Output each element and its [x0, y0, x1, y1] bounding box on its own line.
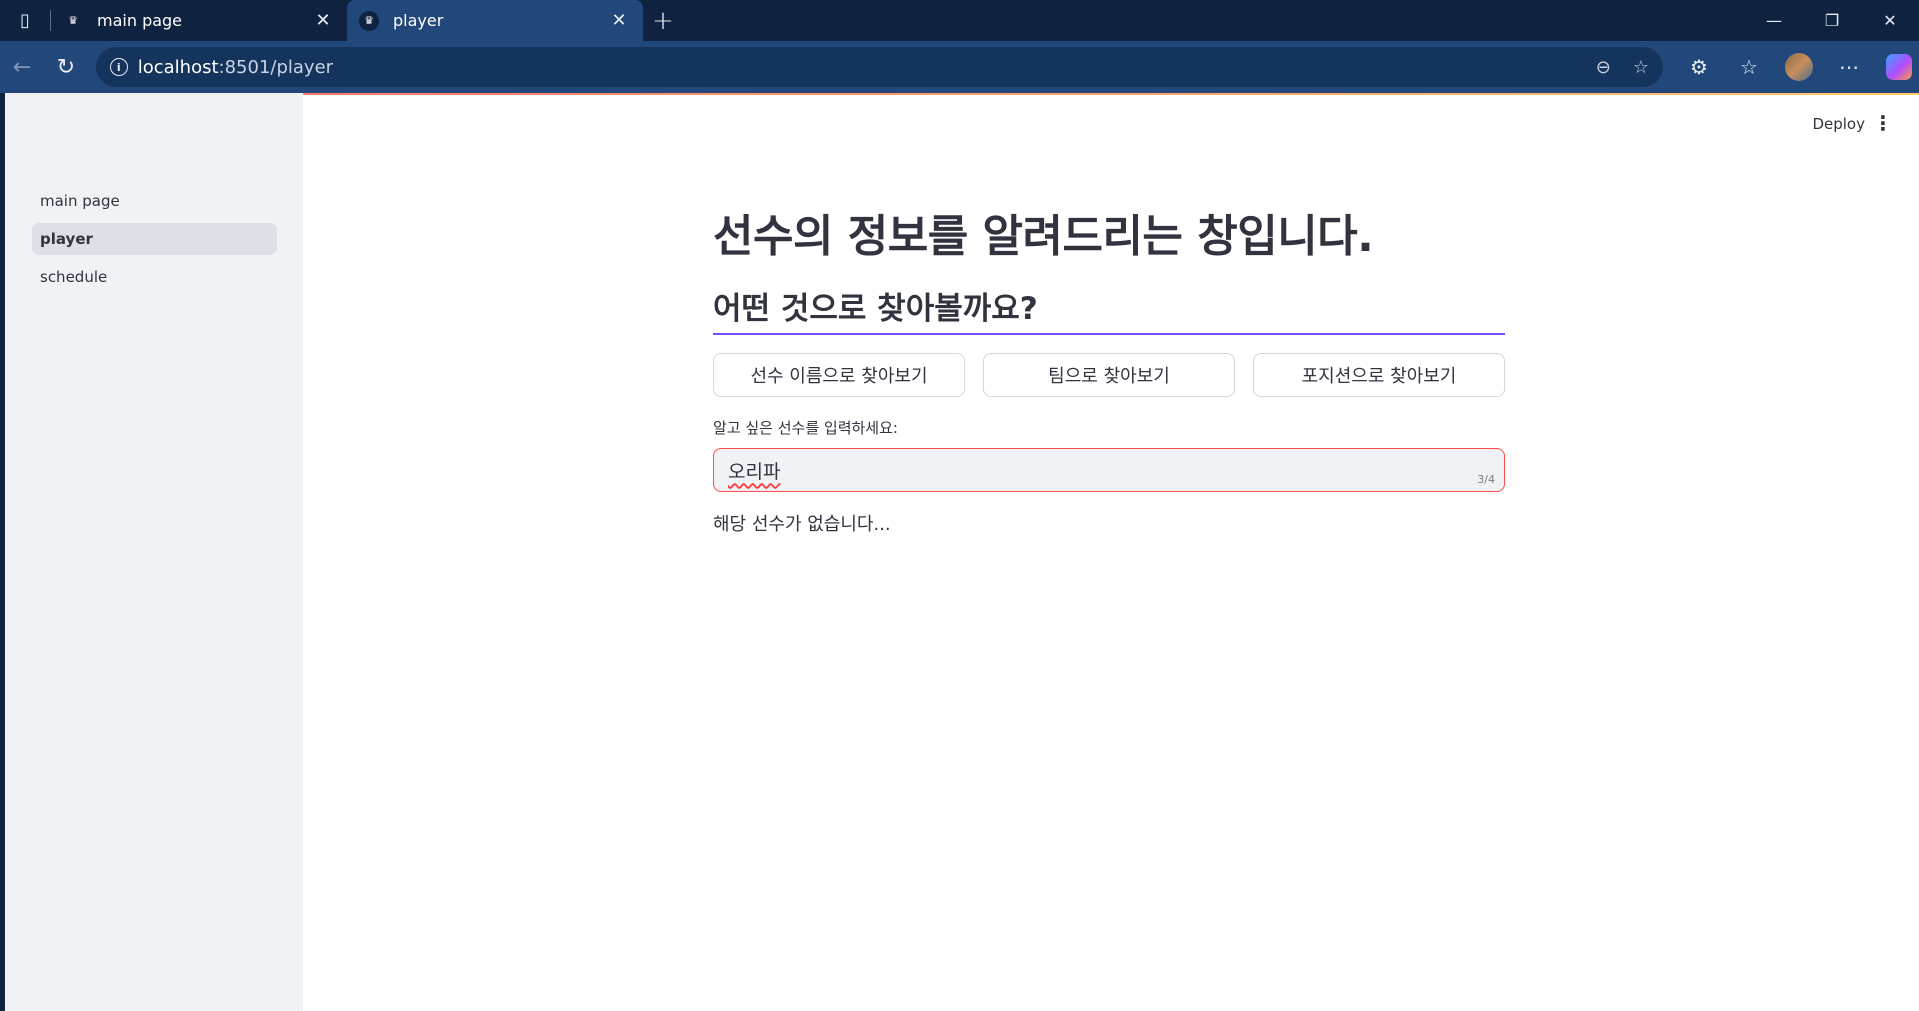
favorites-icon[interactable]: ☆	[1729, 47, 1769, 87]
char-counter: 3/4	[1477, 473, 1495, 486]
new-tab-icon[interactable]: +	[643, 0, 683, 41]
player-input-label: 알고 싶은 선수를 입력하세요:	[713, 419, 898, 437]
tab-actions-icon[interactable]: ▯	[0, 0, 50, 41]
tab-title: main page	[97, 11, 183, 30]
window-controls: — ❐ ✕	[1745, 0, 1919, 41]
sidebar: main page player schedule	[5, 93, 303, 1011]
main-content: 선수의 정보를 알려드리는 창입니다. 어떤 것으로 찾아볼까요? 선수 이름으…	[713, 211, 1505, 536]
result-message: 해당 선수가 없습니다...	[713, 514, 891, 535]
copilot-icon[interactable]	[1879, 47, 1919, 87]
close-window-icon[interactable]: ✕	[1861, 0, 1919, 41]
section-subtitle: 어떤 것으로 찾아볼까요?	[713, 287, 1505, 335]
zoom-out-icon[interactable]: ⊖	[1596, 57, 1611, 78]
page-title: 선수의 정보를 알려드리는 창입니다.	[713, 211, 1374, 262]
input-value: 오리파	[728, 460, 781, 483]
back-icon[interactable]: ←	[0, 47, 44, 87]
close-tab-icon[interactable]: ✕	[313, 10, 333, 31]
refresh-icon[interactable]: ↻	[44, 47, 88, 87]
extensions-icon[interactable]: ⚙	[1679, 47, 1719, 87]
player-name-input[interactable]: 오리파 3/4	[713, 448, 1505, 492]
favorite-star-icon[interactable]: ☆	[1633, 57, 1649, 78]
main-menu-icon[interactable]: ⋮	[1873, 111, 1893, 135]
sidebar-item-main-page[interactable]: main page	[32, 185, 277, 217]
search-by-name-button[interactable]: 선수 이름으로 찾아보기	[713, 353, 965, 397]
search-by-position-button[interactable]: 포지션으로 찾아보기	[1253, 353, 1505, 397]
tab-player[interactable]: ♛ player ✕	[347, 0, 643, 41]
search-mode-buttons: 선수 이름으로 찾아보기 팀으로 찾아보기 포지션으로 찾아보기	[713, 353, 1505, 397]
url-host: localhost	[137, 56, 219, 78]
minimize-icon[interactable]: —	[1745, 0, 1803, 41]
sidebar-item-schedule[interactable]: schedule	[32, 261, 277, 293]
close-tab-icon[interactable]: ✕	[609, 10, 629, 31]
app-viewport: main page player schedule Deploy ⋮ 선수의 정…	[5, 93, 1919, 1011]
crown-favicon-icon: ♛	[359, 10, 379, 31]
tab-main-page[interactable]: ♛ main page ✕	[51, 0, 347, 41]
search-by-team-button[interactable]: 팀으로 찾아보기	[983, 353, 1235, 397]
restore-icon[interactable]: ❐	[1803, 0, 1861, 41]
profile-avatar[interactable]	[1779, 47, 1819, 87]
site-info-icon[interactable]: i	[109, 58, 128, 76]
deploy-button[interactable]: Deploy	[1812, 115, 1865, 133]
address-bar[interactable]: i localhost:8501/player ⊖ ☆	[95, 47, 1663, 87]
more-options-icon[interactable]: ⋯	[1829, 47, 1869, 87]
tab-title: player	[393, 11, 444, 30]
sidebar-item-player[interactable]: player	[32, 223, 277, 255]
browser-toolbar: ← ↻ i localhost:8501/player ⊖ ☆ ⚙ ☆ ⋯	[0, 41, 1919, 93]
url-path: :8501/player	[218, 56, 334, 78]
browser-tab-bar: ▯ ♛ main page ✕ ♛ player ✕ + — ❐ ✕	[0, 0, 1919, 41]
crown-favicon-icon: ♛	[63, 10, 83, 31]
